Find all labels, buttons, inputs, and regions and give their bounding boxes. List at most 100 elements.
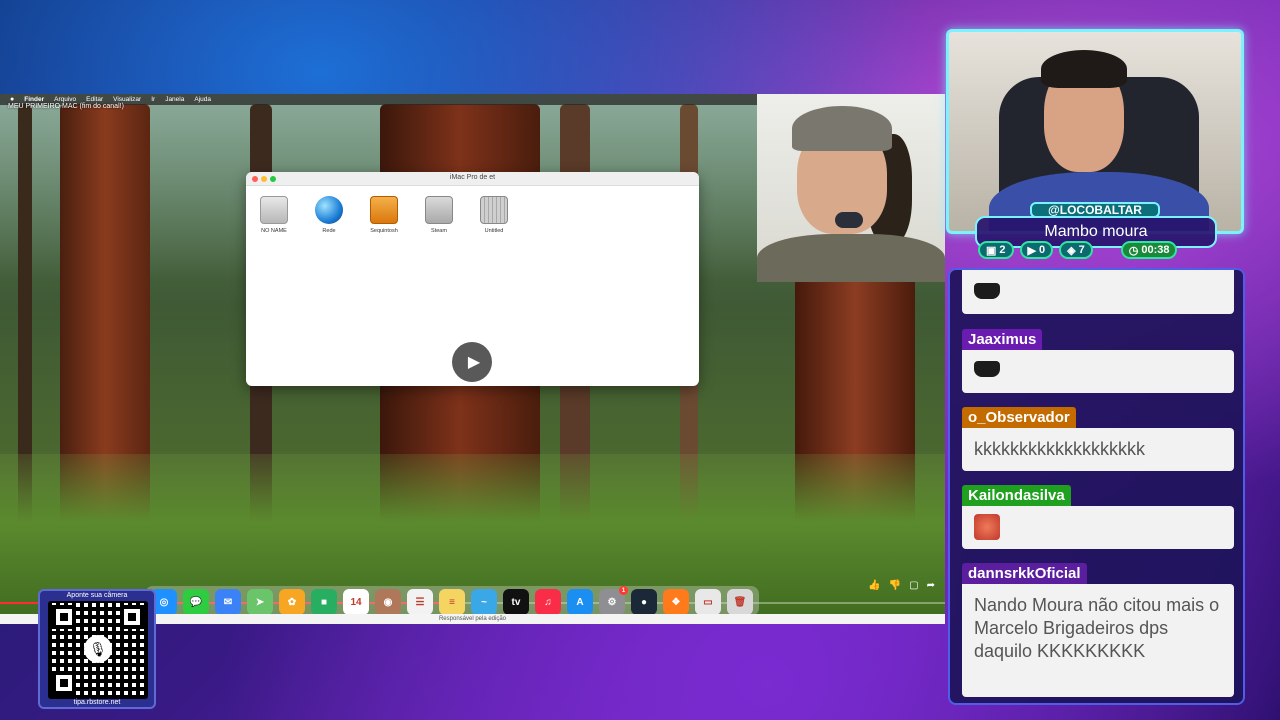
hard-drive-icon	[260, 196, 288, 224]
photos-icon[interactable]: ✿	[279, 589, 305, 615]
play-button[interactable]: ▶	[452, 342, 492, 382]
streamer-handle: @LOCOBALTAR	[1030, 202, 1160, 218]
finder-window: iMac Pro de et NO NAME Rede Sequintosh S…	[246, 172, 699, 386]
chat-message-body	[962, 506, 1234, 549]
chat-message-body	[962, 350, 1234, 393]
streamer-hair	[1041, 50, 1127, 88]
drive-label: NO NAME	[261, 228, 287, 234]
chat-message: dannsrkkOficial Nando Moura não citou ma…	[962, 563, 1234, 697]
play-icon: ▶	[467, 354, 481, 371]
player-controls: 👍 👎 ▢ ➦	[868, 580, 935, 591]
face-emote-icon	[974, 514, 1000, 540]
maps-icon[interactable]: ➤	[247, 589, 273, 615]
microphone-icon	[835, 212, 863, 228]
stat-twitch: ▣ 2	[978, 241, 1014, 259]
guest-webcam	[757, 94, 945, 282]
qr-finder-pattern	[52, 671, 76, 695]
chat-message: Kailondasilva	[962, 485, 1234, 549]
drive-label: Sequintosh	[370, 228, 398, 234]
microphone-icon: 🎙	[84, 635, 112, 663]
hat-emote-icon	[974, 361, 1000, 377]
steam-icon[interactable]: ●	[631, 589, 657, 615]
facetime-icon[interactable]: ■	[311, 589, 337, 615]
drive-untitled[interactable]: Untitled	[478, 196, 510, 234]
finder-titlebar: iMac Pro de et	[246, 172, 699, 186]
qr-code-panel: Aponte sua câmera 🎙 tipa.rbstore.net	[38, 589, 156, 709]
tv-icon[interactable]: tv	[503, 589, 529, 615]
video-player[interactable]: ● Finder Arquivo Editar Visualizar Ir Ja…	[0, 94, 945, 624]
drive-label: Untitled	[484, 228, 504, 234]
chat-message-body	[962, 270, 1234, 314]
calendar-icon[interactable]: 14	[343, 589, 369, 615]
contacts-icon[interactable]: ◉	[375, 589, 401, 615]
menu-finder[interactable]: Finder	[24, 96, 44, 103]
drive-label: Steam	[431, 228, 447, 234]
hard-drive-icon	[425, 196, 453, 224]
apple-icon[interactable]: ●	[10, 96, 14, 103]
youtube-icon: ▶	[1027, 244, 1036, 257]
stat-value: 00:38	[1141, 244, 1170, 256]
trash-icon[interactable]: 🗑	[727, 589, 753, 615]
qr-finder-pattern	[120, 605, 144, 629]
stream-stats: ▣ 2 ▶ 0 ◈ 7 ◷ 00:38	[978, 241, 1178, 259]
menu-editar[interactable]: Editar	[86, 96, 103, 103]
finder-doc-icon[interactable]: ▭	[695, 589, 721, 615]
menu-ir[interactable]: Ir	[151, 96, 155, 103]
dislike-icon[interactable]: 👎	[889, 580, 901, 591]
stat-value: 0	[1039, 244, 1046, 256]
finder-title: iMac Pro de et	[449, 174, 496, 181]
disk-image-icon	[480, 196, 508, 224]
drive-sequintosh[interactable]: Sequintosh	[368, 196, 400, 234]
drive-rede[interactable]: Rede	[313, 196, 345, 234]
notification-badge: 1	[619, 586, 628, 595]
share-icon[interactable]: ➦	[927, 580, 935, 591]
qr-finder-pattern	[52, 605, 76, 629]
music-icon[interactable]: ♫	[535, 589, 561, 615]
menu-janela[interactable]: Janela	[165, 96, 184, 103]
video-title: MEU PRIMEIRO MAC (fim do canal!)	[8, 103, 124, 110]
guest-shirt	[757, 234, 945, 282]
settings-icon[interactable]: ⚙ 1	[599, 586, 628, 615]
network-icon	[315, 196, 343, 224]
chat-message: o_Observador kkkkkkkkkkkkkkkkkkk	[962, 407, 1234, 471]
fl-studio-icon[interactable]: ❖	[663, 589, 689, 615]
chat-username: Kailondasilva	[962, 485, 1071, 506]
chat-username: dannsrkkOficial	[962, 563, 1087, 584]
menu-arquivo[interactable]: Arquivo	[54, 96, 76, 103]
menu-ajuda[interactable]: Ajuda	[194, 96, 211, 103]
chat-message-text: kkkkkkkkkkkkkkkkkkk	[962, 428, 1234, 471]
clock-icon: ◷	[1128, 244, 1139, 257]
mac-dock: ◎ 💬 ✉ ➤ ✿ ■ 14 ◉ ☰ ≡ ~ tv ♫ A ⚙ 1 ● ❖ ▭ 🗑	[145, 586, 759, 616]
stat-value: 7	[1078, 244, 1085, 256]
drive-label: Rede	[322, 228, 336, 234]
qr-code: 🎙	[48, 601, 148, 699]
messages-icon[interactable]: 💬	[183, 589, 209, 615]
chat-username: o_Observador	[962, 407, 1076, 428]
twitch-icon: ▣	[986, 244, 997, 257]
chat-username: Jaaximus	[962, 329, 1043, 350]
chat-message-text: Nando Moura não citou mais o Marcelo Bri…	[962, 584, 1234, 697]
guest-cap	[792, 106, 892, 151]
notes-icon[interactable]: ≡	[439, 589, 465, 615]
drive-no-name[interactable]: NO NAME	[258, 196, 290, 234]
stat-youtube: ▶ 0	[1019, 241, 1054, 259]
reminders-icon[interactable]: ☰	[407, 589, 433, 615]
menu-visualizar[interactable]: Visualizar	[113, 96, 141, 103]
chat-message: Jaaximus	[962, 329, 1234, 393]
hat-emote-icon	[974, 283, 1000, 299]
kick-icon: ◈	[1067, 244, 1076, 257]
mail-icon[interactable]: ✉	[215, 589, 241, 615]
qr-url: tipa.rbstore.net	[73, 699, 121, 706]
like-icon[interactable]: 👍	[868, 580, 880, 591]
chat-message	[962, 270, 1234, 314]
drive-steam[interactable]: Steam	[423, 196, 455, 234]
stat-uptime: ◷ 00:38	[1120, 241, 1178, 259]
external-drive-icon	[370, 196, 398, 224]
freeform-icon[interactable]: ~	[471, 589, 497, 615]
stat-value: 2	[999, 244, 1006, 256]
qr-title: Aponte sua câmera	[66, 592, 128, 599]
stat-kick: ◈ 7	[1059, 241, 1093, 259]
appstore-icon[interactable]: A	[567, 589, 593, 615]
drive-list: NO NAME Rede Sequintosh Steam Untitled	[258, 196, 510, 234]
comment-icon[interactable]: ▢	[909, 580, 918, 591]
